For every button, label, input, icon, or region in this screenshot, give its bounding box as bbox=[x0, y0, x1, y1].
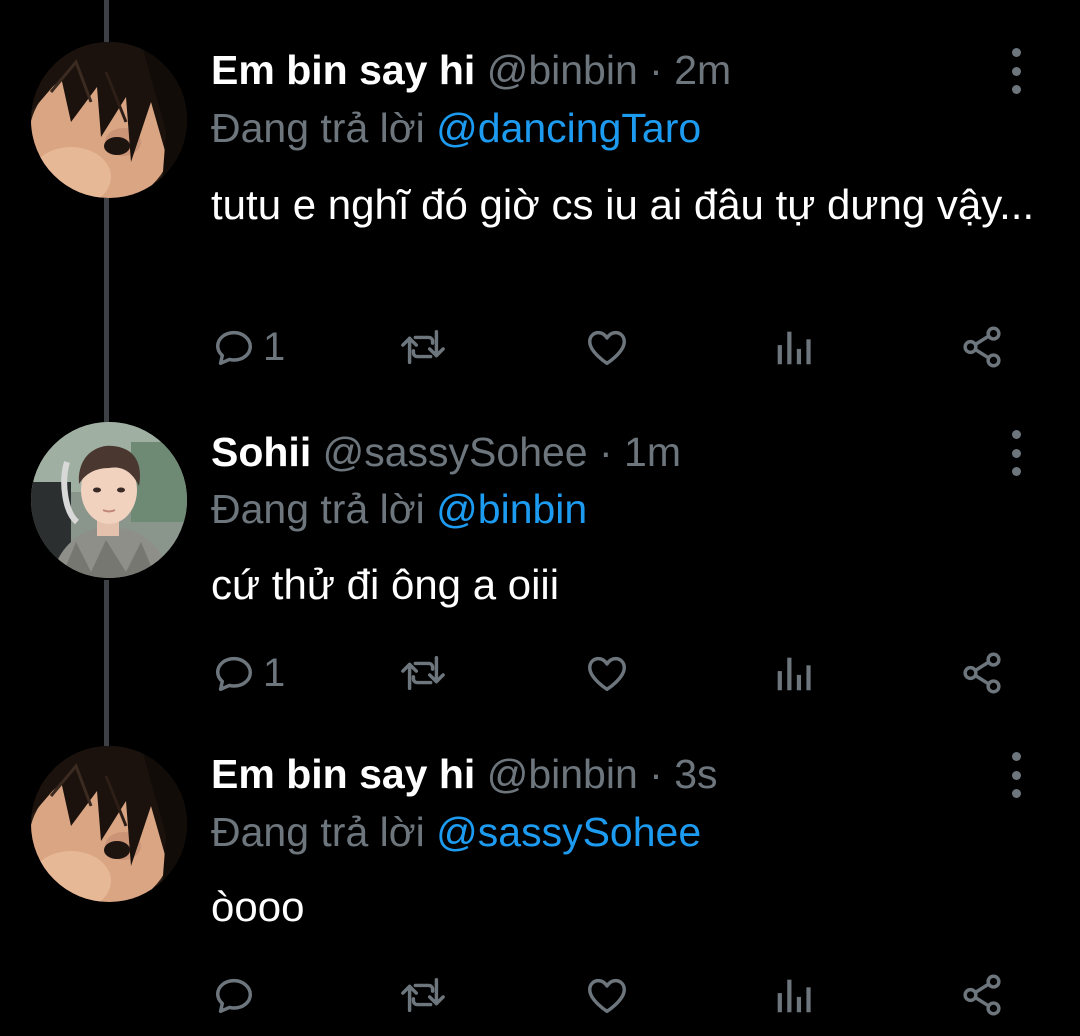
dot bbox=[1011, 66, 1021, 76]
mention-link[interactable]: @binbin bbox=[436, 486, 587, 532]
tweet-actions: 1 bbox=[211, 648, 1031, 698]
avatar[interactable] bbox=[31, 422, 187, 578]
tweet-header: Em bin say hi @binbin · 2m bbox=[211, 40, 731, 100]
dot bbox=[1011, 752, 1021, 761]
avatar-image bbox=[31, 42, 187, 198]
retweet-icon bbox=[401, 977, 445, 1013]
like-button[interactable] bbox=[583, 322, 631, 372]
tweet-text: tutu e nghĩ đó giờ cs iu ai đâu tự dưng … bbox=[211, 181, 1035, 228]
dot bbox=[1011, 467, 1021, 476]
display-name[interactable]: Sohii bbox=[211, 429, 311, 475]
replying-to: Đang trả lời @binbin bbox=[211, 479, 587, 539]
reply-icon bbox=[215, 978, 253, 1014]
reply-button[interactable] bbox=[211, 970, 263, 1020]
replying-to: Đang trả lời @sassySohee bbox=[211, 802, 701, 862]
share-icon bbox=[963, 974, 1001, 1016]
replying-to-prefix: Đang trả lời bbox=[211, 105, 425, 151]
reply-button[interactable]: 1 bbox=[211, 648, 285, 698]
dot bbox=[1011, 770, 1021, 780]
avatar-image bbox=[31, 746, 187, 902]
share-button[interactable] bbox=[959, 322, 1005, 372]
dot bbox=[1011, 430, 1021, 439]
retweet-button[interactable] bbox=[397, 648, 449, 698]
heart-icon bbox=[588, 978, 626, 1014]
avatar[interactable] bbox=[31, 42, 187, 198]
share-button[interactable] bbox=[959, 970, 1005, 1020]
replying-to-prefix: Đang trả lời bbox=[211, 809, 425, 855]
tweet-thread: Em bin say hi @binbin · 2m Đang trả lời … bbox=[0, 0, 1080, 1036]
reply-count: 1 bbox=[263, 325, 286, 369]
share-icon bbox=[963, 326, 1001, 368]
dot bbox=[1011, 48, 1021, 57]
handle-and-time: @binbin · 3s bbox=[486, 751, 718, 797]
like-button[interactable] bbox=[583, 648, 631, 698]
more-options-icon[interactable] bbox=[996, 48, 1036, 94]
display-name[interactable]: Em bin say hi bbox=[211, 47, 475, 93]
more-options-icon[interactable] bbox=[996, 430, 1036, 476]
analytics-button[interactable] bbox=[773, 970, 813, 1020]
tweet-header: Em bin say hi @binbin · 3s bbox=[211, 744, 718, 804]
reply-count: 1 bbox=[263, 651, 286, 695]
share-button[interactable] bbox=[959, 648, 1005, 698]
dot bbox=[1011, 85, 1021, 94]
mention-link[interactable]: @sassySohee bbox=[436, 809, 701, 855]
replying-to: Đang trả lời @dancingTaro bbox=[211, 98, 701, 158]
display-name[interactable]: Em bin say hi bbox=[211, 751, 475, 797]
thread-connector-2 bbox=[104, 580, 109, 746]
mention-link[interactable]: @dancingTaro bbox=[436, 105, 701, 151]
dot bbox=[1011, 448, 1021, 458]
like-button[interactable] bbox=[583, 970, 631, 1020]
analytics-button[interactable] bbox=[773, 648, 813, 698]
analytics-icon bbox=[777, 331, 811, 365]
heart-icon bbox=[588, 330, 626, 366]
handle-and-time: @binbin · 2m bbox=[486, 47, 732, 93]
avatar-image bbox=[31, 422, 187, 578]
analytics-icon bbox=[777, 657, 811, 691]
heart-icon bbox=[588, 656, 626, 692]
tweet-actions bbox=[211, 970, 1031, 1020]
thread-connector-1 bbox=[104, 198, 109, 422]
tweet-header: Sohii @sassySohee · 1m bbox=[211, 422, 681, 482]
handle-and-time: @sassySohee · 1m bbox=[322, 429, 681, 475]
reply-icon bbox=[215, 656, 253, 692]
replying-to-prefix: Đang trả lời bbox=[211, 486, 425, 532]
dot bbox=[1011, 789, 1021, 798]
retweet-icon bbox=[401, 329, 445, 365]
thread-connector-top bbox=[104, 0, 109, 42]
retweet-button[interactable] bbox=[397, 970, 449, 1020]
reply-button[interactable]: 1 bbox=[211, 322, 285, 372]
more-options-icon[interactable] bbox=[996, 752, 1036, 798]
analytics-icon bbox=[777, 979, 811, 1013]
retweet-icon bbox=[401, 655, 445, 691]
tweet-actions: 1 bbox=[211, 322, 1031, 372]
retweet-button[interactable] bbox=[397, 322, 449, 372]
tweet-text: òooo bbox=[211, 883, 305, 930]
share-icon bbox=[963, 652, 1001, 694]
tweet-text: cứ thử đi ông a oiii bbox=[211, 561, 560, 608]
reply-icon bbox=[215, 330, 253, 366]
avatar[interactable] bbox=[31, 746, 187, 902]
analytics-button[interactable] bbox=[773, 322, 813, 372]
